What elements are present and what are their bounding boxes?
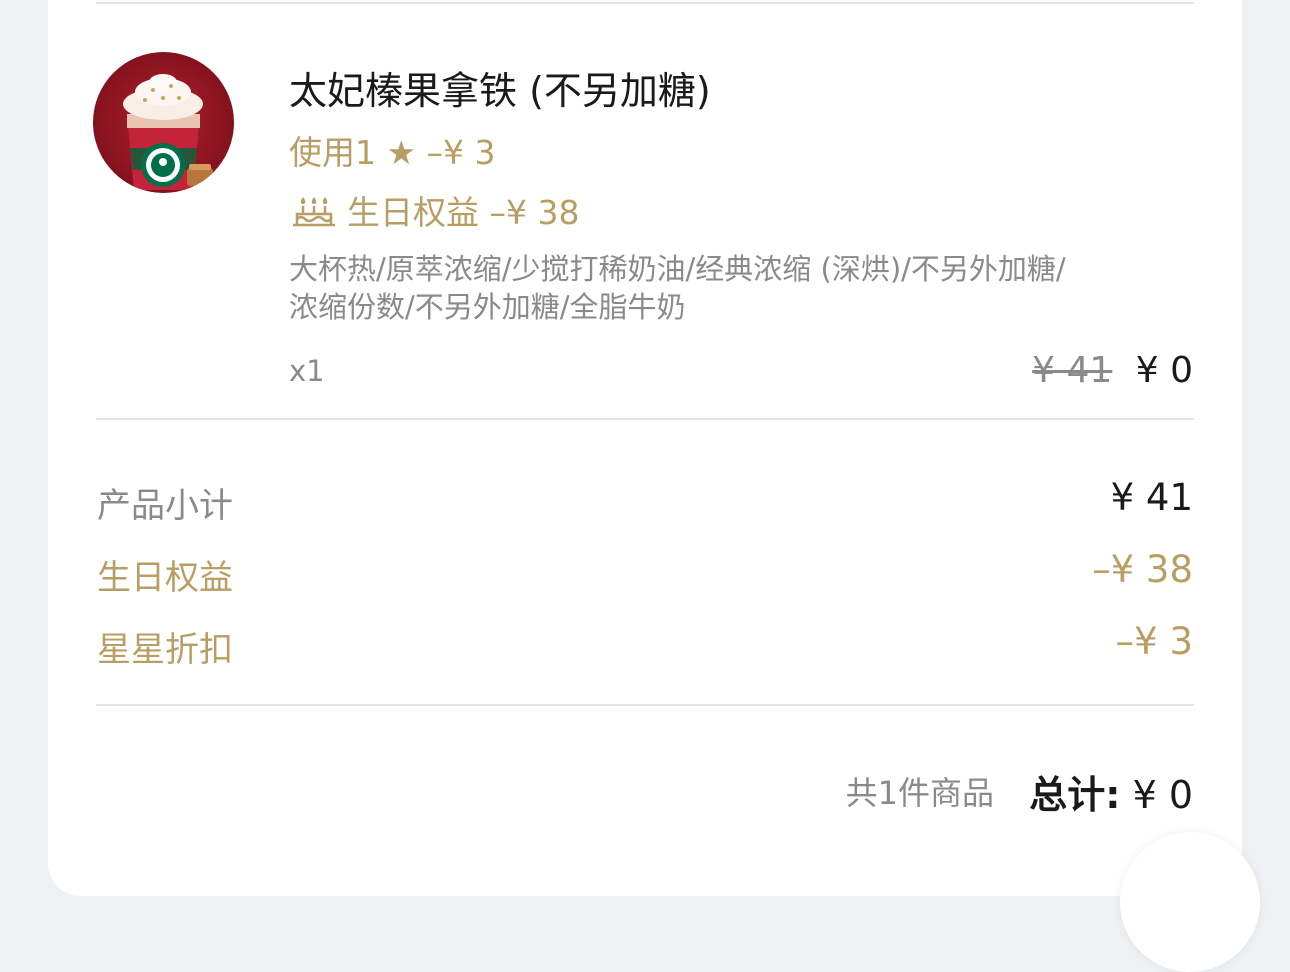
subtotal-label: 产品小计: [97, 486, 233, 526]
product-options: 大杯热/原萃浓缩/少搅打稀奶油/经典浓缩 (深烘)/不另外加糖/ 浓缩份数/不另…: [289, 250, 1194, 326]
bottom-divider: [96, 704, 1194, 706]
order-total: 总计: ¥ 0: [1029, 764, 1193, 819]
original-price: ¥ 41: [1032, 350, 1113, 391]
product-image[interactable]: [93, 52, 234, 193]
options-line-1: 大杯热/原萃浓缩/少搅打稀奶油/经典浓缩 (深烘)/不另外加糖/: [289, 252, 1066, 286]
total-label: 总计:: [1029, 773, 1121, 817]
item-count: 共1件商品: [845, 774, 994, 812]
middle-divider: [96, 418, 1194, 420]
star-discount-line: 使用1 ★ –¥ 3: [289, 133, 496, 172]
product-price: ¥ 41 ¥ 0: [1032, 350, 1193, 391]
star-label: 星星折扣: [97, 630, 233, 670]
product-quantity: x1: [289, 354, 325, 388]
birthday-label: 生日权益: [97, 558, 233, 598]
birthday-benefit-line: 生日权益 –¥ 38: [289, 186, 579, 234]
total-value: ¥ 0: [1132, 773, 1193, 817]
top-divider: [96, 2, 1194, 4]
star-value: –¥ 3: [1115, 620, 1193, 663]
subtotal-value: ¥ 41: [1110, 476, 1193, 519]
birthday-benefit-text: 生日权益 –¥ 38: [347, 193, 580, 232]
floating-button[interactable]: [1120, 832, 1260, 972]
birthday-cake-icon: [289, 192, 339, 228]
product-name: 太妃榛果拿铁 (不另加糖): [289, 69, 711, 113]
final-price: ¥ 0: [1135, 350, 1193, 391]
birthday-value: –¥ 38: [1092, 548, 1193, 591]
options-line-2: 浓缩份数/不另外加糖/全脂牛奶: [289, 290, 686, 324]
